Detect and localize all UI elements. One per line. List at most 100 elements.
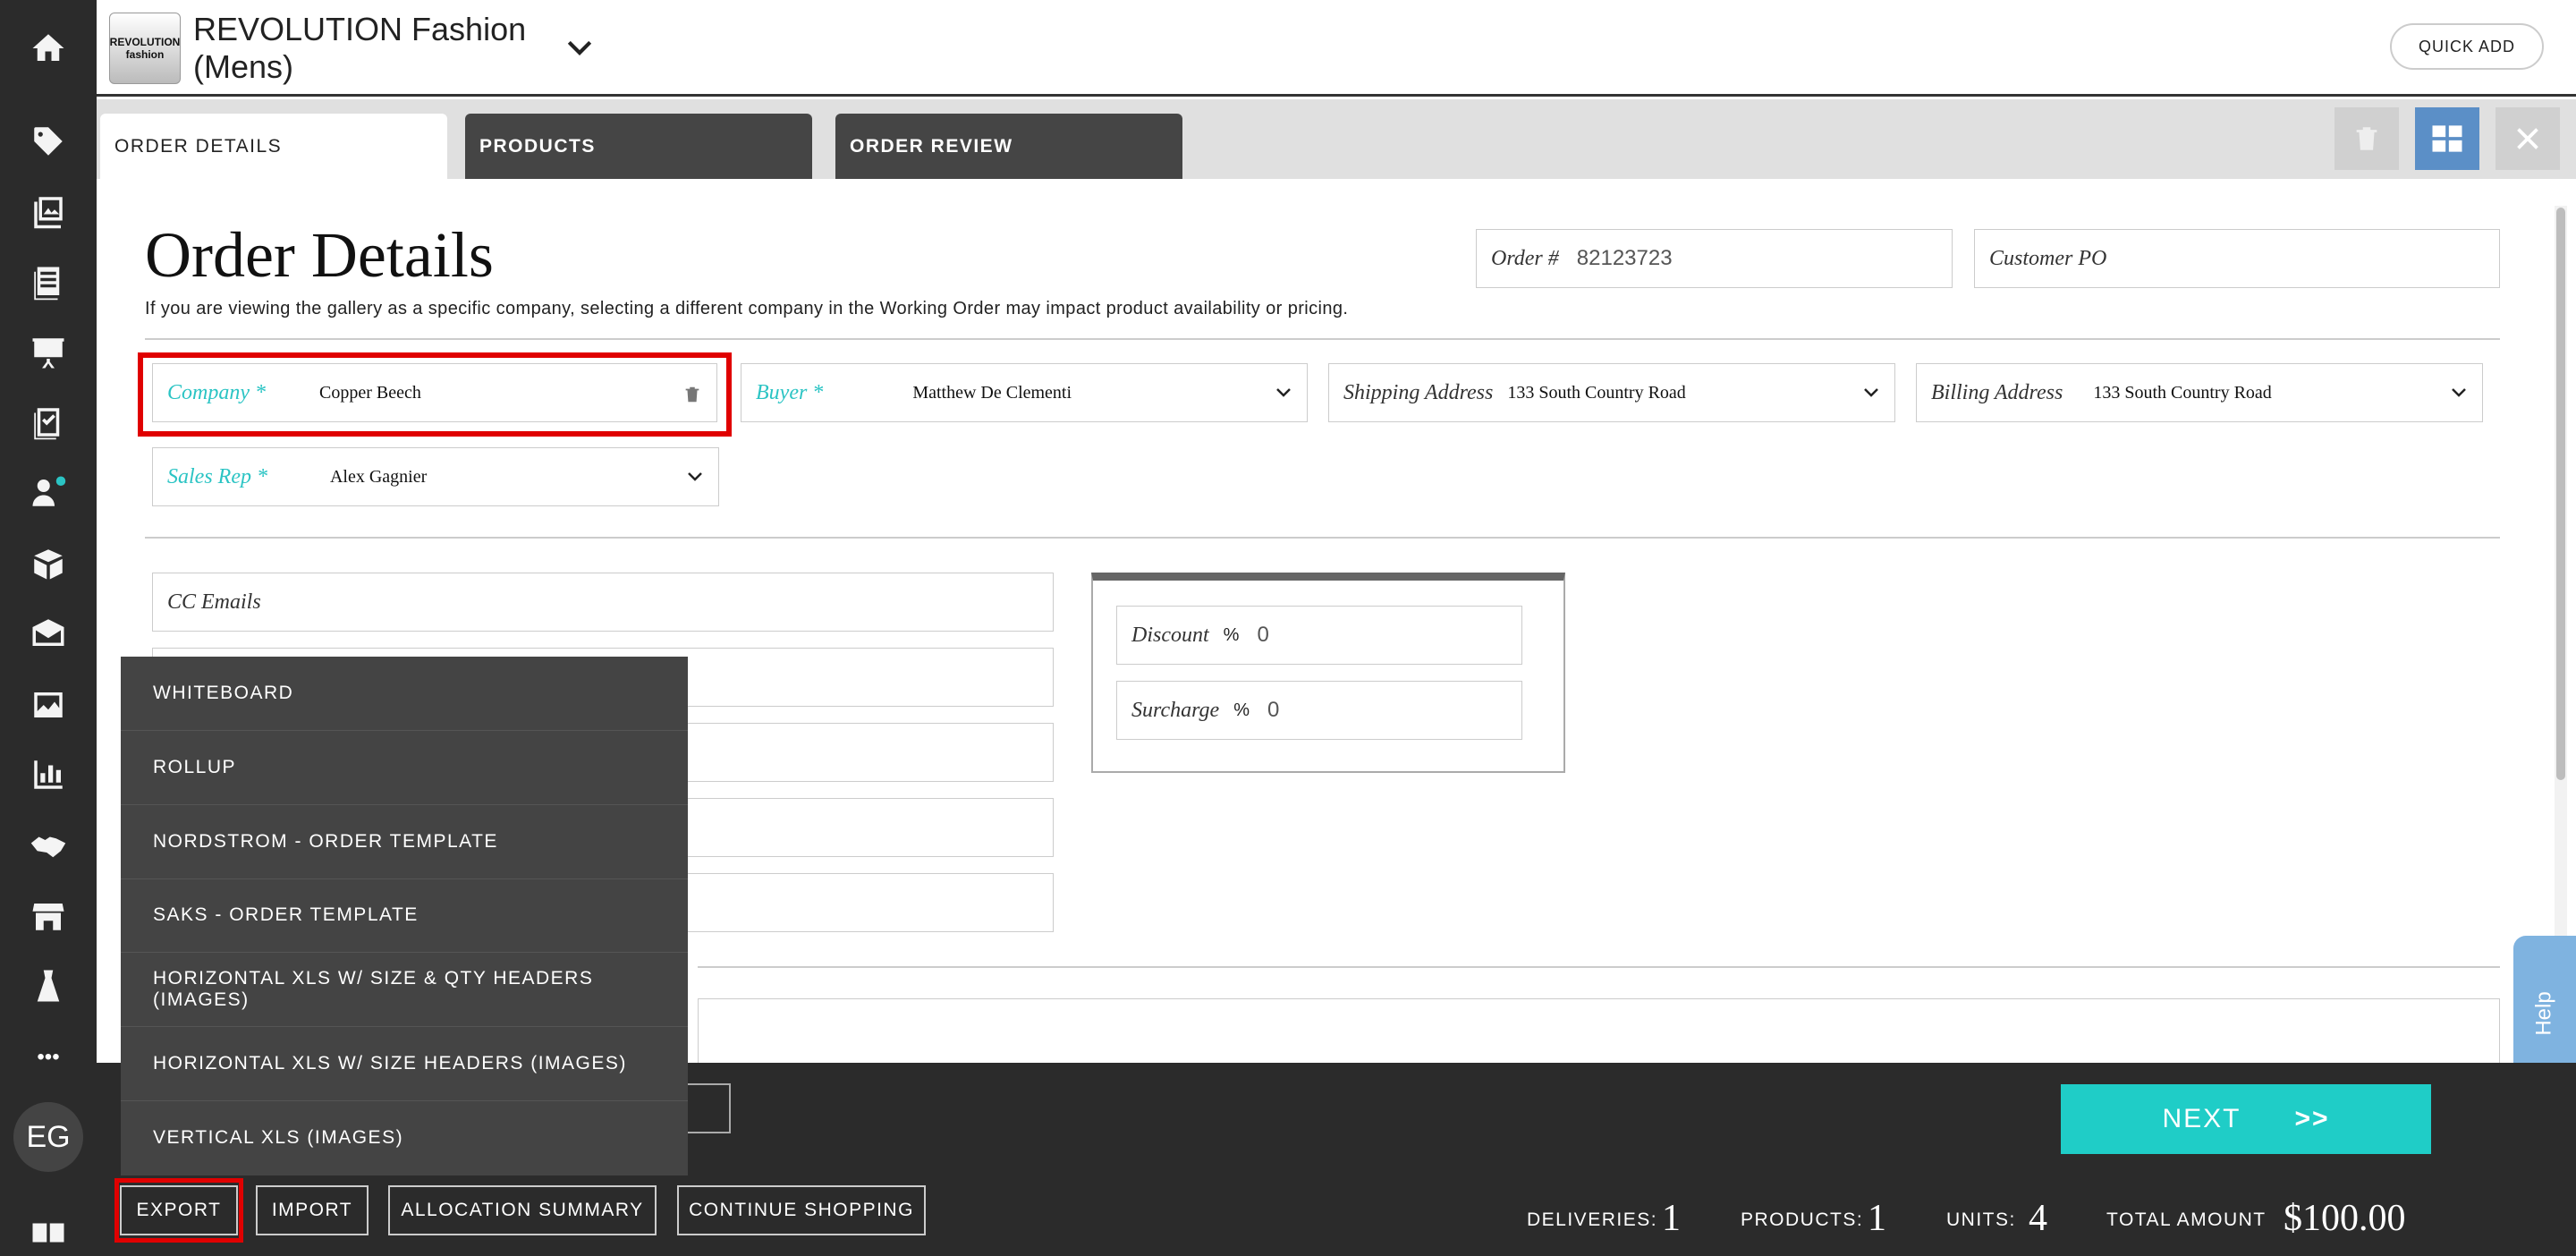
chevron-down-icon[interactable] [1273,382,1294,403]
shipping-address-field[interactable]: Shipping Address 133 South Country Road [1328,363,1895,422]
next-button[interactable]: NEXT >> [2061,1084,2431,1154]
menu-item-whiteboard[interactable]: WHITEBOARD [121,657,688,731]
highlight-export [114,1178,243,1243]
home-icon[interactable] [25,25,72,72]
brand-selector[interactable]: REVOLUTION Fashion (Mens) [193,11,569,86]
gallery-icon[interactable] [25,188,72,234]
shipping-address-value: 133 South Country Road [1507,382,1686,403]
brand-division: (Mens) [193,48,294,85]
sales-rep-value: Alex Gagnier [329,466,428,487]
cc-emails-label: CC Emails [167,590,261,614]
allocation-summary-button[interactable]: ALLOCATION SUMMARY [388,1185,657,1235]
billing-address-value: 133 South Country Road [2093,382,2272,403]
quick-add-button[interactable]: QUICK ADD [2389,23,2544,70]
chart-icon[interactable] [25,751,72,798]
grid-icon [2432,125,2462,152]
chevron-down-icon[interactable] [2448,382,2470,403]
billing-address-label: Billing Address [1931,380,2063,404]
left-nav-rail: ••• EG [0,0,97,1256]
store-icon[interactable] [25,893,72,939]
chevron-down-icon[interactable] [1860,382,1882,403]
chevron-down-icon[interactable] [684,466,706,488]
total-amount-label: TOTAL AMOUNT [2106,1209,2267,1230]
double-chevron-icon: >> [2294,1104,2330,1133]
export-menu: WHITEBOARD ROLLUP NORDSTROM - ORDER TEMP… [121,657,688,1175]
customer-po-label: Customer PO [1989,246,2107,270]
menu-item-saks-template[interactable]: SAKS - ORDER TEMPLATE [121,879,688,954]
close-icon [2517,128,2538,149]
surcharge-field[interactable]: Surcharge % 0 [1116,681,1522,740]
shipping-address-label: Shipping Address [1343,380,1494,404]
import-button[interactable]: IMPORT [256,1185,369,1235]
page-subtitle: If you are viewing the gallery as a spec… [145,299,1349,318]
units-value: 4 [2029,1198,2047,1239]
discount-panel: Discount % 0 Surcharge % 0 [1091,573,1565,773]
products-label: PRODUCTS: [1741,1209,1864,1230]
buyer-field[interactable]: Buyer * Matthew De Clementi [741,363,1308,422]
order-number-field[interactable]: Order # 82123723 [1476,229,1953,288]
sales-rep-label: Sales Rep * [167,464,267,488]
catalog-book-icon[interactable] [25,1209,72,1256]
menu-item-rollup[interactable]: ROLLUP [121,731,688,805]
units-label: UNITS: [1946,1209,2016,1230]
tab-bar: ORDER DETAILS PRODUCTS ORDER REVIEW [97,99,2576,179]
logo-subtext: fashion [125,48,165,61]
buyer-value: Matthew De Clementi [912,382,1072,403]
surcharge-label: Surcharge [1131,698,1220,722]
surcharge-unit: % [1233,700,1250,720]
grid-view-button[interactable] [2415,107,2479,170]
divider [145,338,2500,340]
image-icon[interactable] [25,682,72,728]
discount-field[interactable]: Discount % 0 [1116,606,1522,665]
order-number-label: Order # [1491,246,1559,270]
customers-icon[interactable] [25,469,72,515]
tag-icon[interactable] [25,118,72,165]
divider [145,537,2500,539]
buyer-label: Buyer * [756,380,824,404]
menu-item-horizontal-xls-size-qty[interactable]: HORIZONTAL XLS W/ SIZE & QTY HEADERS (IM… [121,953,688,1028]
customer-po-field[interactable]: Customer PO [1974,229,2500,288]
brand-logo[interactable]: REVOLUTION fashion [109,13,181,84]
page-title: Order Details [145,219,494,291]
sales-rep-field[interactable]: Sales Rep * Alex Gagnier [152,447,719,506]
delete-order-button[interactable] [2334,107,2399,170]
handshake-icon[interactable] [25,823,72,870]
tab-order-review[interactable]: ORDER REVIEW [835,114,1182,179]
discount-value: 0 [1257,623,1269,647]
catalog-icon[interactable] [25,259,72,306]
top-header: REVOLUTION fashion REVOLUTION Fashion (M… [97,0,2576,97]
divider [698,966,2500,968]
discount-unit: % [1223,624,1240,645]
more-icon[interactable]: ••• [25,1034,72,1081]
presentation-icon[interactable] [25,329,72,376]
box-icon[interactable] [25,540,72,587]
dress-icon[interactable] [25,963,72,1009]
billing-address-field[interactable]: Billing Address 133 South Country Road [1916,363,2483,422]
cc-emails-field[interactable]: CC Emails [152,573,1054,632]
order-number-value: 82123723 [1576,246,1673,270]
footer-input[interactable] [688,1083,731,1133]
total-amount-value: $100.00 [2284,1198,2406,1239]
scrollbar-thumb[interactable] [2556,208,2565,780]
tab-order-details[interactable]: ORDER DETAILS [100,114,447,179]
deliveries-label: DELIVERIES: [1527,1209,1658,1230]
checklist-icon[interactable] [25,399,72,446]
trash-icon [2356,127,2377,150]
close-order-button[interactable] [2496,107,2560,170]
avatar[interactable]: EG [13,1102,83,1172]
menu-item-nordstrom-template[interactable]: NORDSTROM - ORDER TEMPLATE [121,805,688,879]
menu-item-vertical-xls[interactable]: VERTICAL XLS (IMAGES) [121,1101,688,1175]
logo-text: REVOLUTION [109,36,181,48]
chevron-down-icon[interactable] [562,30,597,66]
products-value: 1 [1868,1198,1886,1239]
notes-field[interactable] [698,998,2500,1063]
deliveries-value: 1 [1662,1198,1681,1239]
continue-shopping-button[interactable]: CONTINUE SHOPPING [677,1185,926,1235]
brand-name: REVOLUTION Fashion [193,11,527,47]
menu-item-horizontal-xls-size[interactable]: HORIZONTAL XLS W/ SIZE HEADERS (IMAGES) [121,1027,688,1102]
help-label: Help [2531,991,2556,1036]
highlight-company [138,352,732,437]
tab-products[interactable]: PRODUCTS [465,114,812,179]
surcharge-value: 0 [1267,698,1280,722]
email-icon[interactable] [25,610,72,657]
